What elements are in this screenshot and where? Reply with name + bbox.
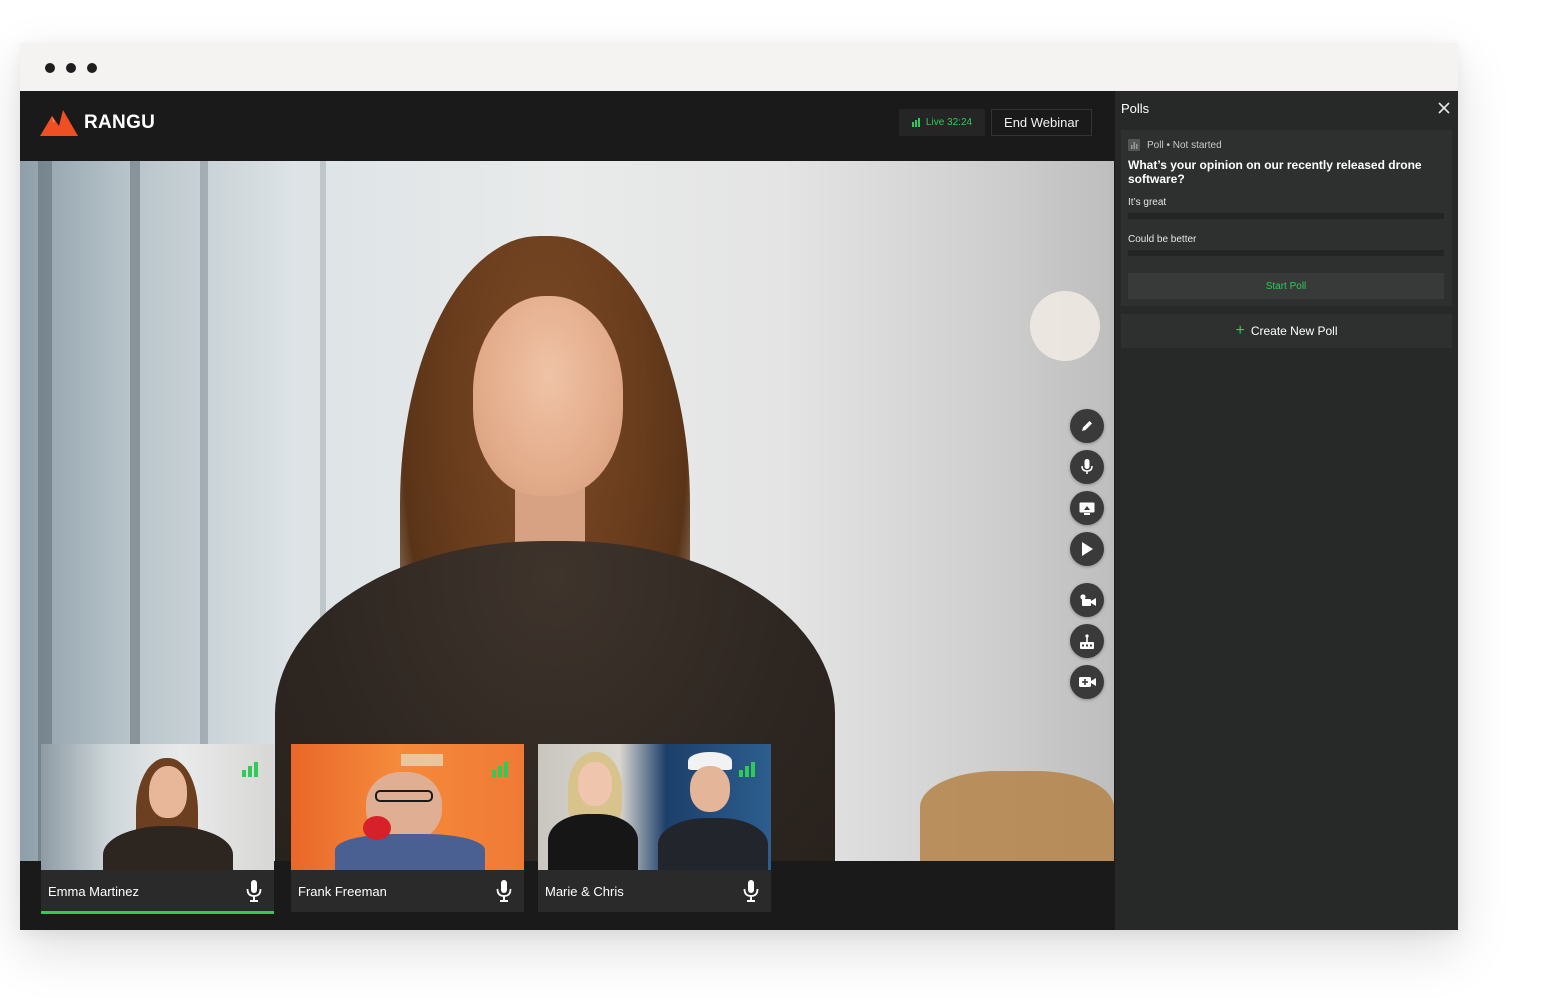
signal-bars-icon [911, 118, 920, 127]
participant-name: Emma Martinez [48, 884, 140, 899]
live-status-badge: Live 32:24 [899, 109, 985, 136]
play-media-button[interactable] [1070, 532, 1104, 566]
broadcast-icon [1080, 633, 1094, 649]
poll-option-bar [1128, 213, 1444, 219]
presenter-face [473, 296, 623, 496]
microphone-icon[interactable] [743, 880, 759, 902]
poll-option-label: It’s great [1128, 197, 1167, 208]
window-titlebar [20, 43, 1458, 91]
logo: RANGU [40, 109, 155, 137]
active-speaker-indicator [41, 911, 274, 914]
plus-icon: + [1235, 322, 1245, 339]
pencil-tool-button[interactable] [1070, 409, 1104, 443]
webinar-stage: RANGU Live 32:24 End Webinar Emma Martin… [20, 91, 1114, 930]
play-icon [1082, 542, 1093, 556]
poll-status: Poll • Not started [1128, 139, 1222, 151]
share-screen-icon [1079, 502, 1095, 515]
microphone-tool-button[interactable] [1070, 450, 1104, 484]
create-poll-label: Create New Poll [1250, 324, 1338, 338]
add-video-icon [1078, 677, 1096, 687]
participant-tile[interactable]: Frank Freeman [291, 744, 524, 912]
participant-name: Marie & Chris [545, 884, 624, 899]
participant-tile[interactable]: Emma Martinez [41, 744, 274, 914]
poll-question: What’s your opinion on our recently rele… [1128, 158, 1422, 186]
participant-camera [41, 744, 274, 870]
participant-camera [538, 744, 771, 870]
broadcast-button[interactable] [1070, 624, 1104, 658]
window-dot[interactable] [87, 63, 97, 73]
poll-card: Poll • Not started What’s your opinion o… [1121, 130, 1452, 306]
microphone-icon[interactable] [246, 880, 262, 902]
microphone-icon [1081, 459, 1093, 474]
end-webinar-button[interactable]: End Webinar [991, 109, 1092, 136]
create-new-poll-button[interactable]: + Create New Poll [1121, 314, 1452, 348]
pencil-icon [1082, 421, 1092, 431]
share-screen-button[interactable] [1070, 491, 1104, 525]
app-window: RANGU Live 32:24 End Webinar Emma Martin… [20, 43, 1458, 930]
poll-chart-icon [1128, 139, 1140, 151]
window-dot[interactable] [66, 63, 76, 73]
signal-strength-icon [242, 762, 258, 777]
participant-camera [291, 744, 524, 870]
poll-status-text: Poll • Not started [1147, 139, 1222, 151]
window-dot[interactable] [45, 63, 55, 73]
close-icon[interactable] [1437, 101, 1451, 115]
signal-strength-icon [492, 762, 508, 777]
poll-option-bar [1128, 250, 1444, 256]
top-bar: RANGU Live 32:24 End Webinar [20, 91, 1114, 161]
signal-strength-icon [739, 762, 755, 777]
mountain-logo-icon [40, 110, 78, 136]
microphone-icon[interactable] [496, 880, 512, 902]
polls-panel: Polls Poll • Not started What’s your opi… [1114, 91, 1458, 930]
live-timer: Live 32:24 [925, 117, 973, 128]
logo-text: RANGU [84, 112, 156, 133]
start-poll-button[interactable]: Start Poll [1128, 273, 1444, 299]
add-video-button[interactable] [1070, 665, 1104, 699]
poll-option-label: Could be better [1128, 234, 1197, 245]
camera-settings-button[interactable] [1070, 583, 1104, 617]
camera-settings-icon [1079, 594, 1096, 606]
chair-shape [920, 771, 1114, 861]
participant-name: Frank Freeman [298, 884, 387, 899]
panel-title: Polls [1121, 101, 1150, 116]
participant-tile[interactable]: Marie & Chris [538, 744, 771, 912]
